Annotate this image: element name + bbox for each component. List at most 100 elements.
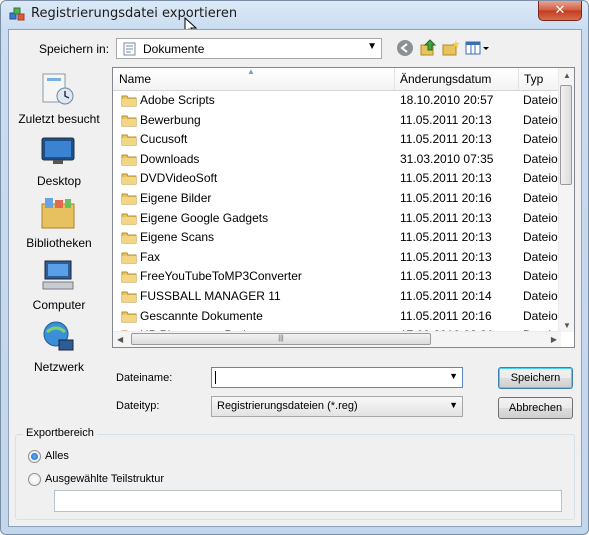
cell-name: FUSSBALL MANAGER 11 [140,289,281,303]
libraries-icon [41,198,75,229]
table-row[interactable]: Eigene Bilder 11.05.2011 20:16 Dateio [113,189,561,209]
cell-date: 11.05.2011 20:13 [400,230,492,245]
recent-places-icon [42,73,74,105]
file-list-header: ▲ Name Änderungsdatum Typ [113,68,561,91]
regedit-icon [9,7,25,21]
table-row[interactable]: FreeYouTubeToMP3Converter 11.05.2011 20:1… [113,267,561,287]
cell-date: 31.03.2010 07:35 [400,151,494,166]
save-button[interactable]: Speichern [498,367,573,389]
cell-type: Dateio [523,171,558,186]
save-in-value: Dokumente [143,42,205,56]
cell-name: Fax [140,249,161,264]
folder-icon [121,252,137,264]
cell-type: Dateio [523,269,558,284]
scroll-right-icon[interactable]: ▶ [551,335,557,344]
chevron-down-icon[interactable]: ▼ [449,371,458,381]
cell-name: Downloads [140,151,200,166]
cell-date: 18.10.2010 20:57 [400,93,494,107]
cell-type: Dateio [523,93,558,107]
radio-all[interactable] [28,450,41,463]
cell-date: 11.05.2011 20:13 [400,210,492,225]
cell-name: Bewerbung [140,112,201,127]
folder-icon [121,232,137,244]
cell-type: Dateio [523,249,558,264]
folder-icon [121,271,137,283]
cell-type: Dateio [523,210,558,225]
cell-date: 11.05.2011 20:16 [400,308,492,323]
network-icon [43,321,74,351]
radio-all-label[interactable]: Alles [45,450,69,462]
place-label: Bibliotheken [26,236,92,250]
cell-name: Cucusoft [140,132,188,147]
cell-date: 11.05.2011 20:14 [400,289,492,303]
cell-date: 11.05.2011 20:13 [400,112,492,127]
save-in-dropdown[interactable]: Dokumente ▼ [116,38,382,59]
sort-ascending-icon: ▲ [247,67,255,76]
scroll-down-icon[interactable]: ▼ [563,321,571,330]
vertical-scrollbar[interactable]: ▲ ▼ [558,68,574,332]
cell-type: Dateio [523,289,558,303]
up-folder-icon[interactable] [419,39,437,57]
scroll-left-icon[interactable]: ◀ [117,335,123,344]
cell-type: Dateio [523,308,558,323]
column-header-name[interactable]: Name [119,72,151,86]
folder-icon [121,115,137,127]
desktop-icon [41,137,75,164]
back-arrow-icon[interactable] [396,39,414,57]
cell-name: Adobe Scripts [140,93,215,107]
filetype-label: Dateityp: [116,400,160,412]
table-row[interactable]: Bewerbung 11.05.2011 20:13 Dateio [113,111,561,131]
dialog-client-area: Speichern in: Dokumente ▼ Zuletzt besuch… [8,29,582,527]
folder-icon [121,95,137,107]
table-row[interactable]: Gescannte Dokumente 11.05.2011 20:16 Datei… [113,307,561,327]
cell-type: Dateio [523,132,558,147]
place-label: Desktop [36,174,82,188]
close-button[interactable]: ✕ [538,1,582,21]
place-label: Computer [32,298,86,312]
filetype-dropdown[interactable]: Registrierungsdateien (*.reg) ▼ [211,396,463,417]
table-row[interactable]: Eigene Google Gadgets 11.05.2011 20:13 Dat… [113,209,561,229]
file-list[interactable]: ▲ Name Änderungsdatum Typ Adobe Scripts 1… [112,67,575,348]
filename-input[interactable]: ▼ [211,367,463,388]
column-header-date[interactable]: Änderungsdatum [400,72,491,86]
computer-icon [42,260,74,290]
export-range-title: Exportbereich [23,427,97,439]
cell-type: Dateio [523,230,558,245]
table-row[interactable]: Adobe Scripts 18.10.2010 20:57 Dateio [113,91,561,111]
cancel-button[interactable]: Abbrechen [498,397,573,419]
column-header-type[interactable]: Typ [524,72,543,86]
radio-subtree-label[interactable]: Ausgewählte Teilstruktur [45,473,164,485]
folder-icon [121,193,137,205]
folder-icon [121,173,137,185]
filename-label: Dateiname: [116,372,173,384]
cell-date: 11.05.2011 20:13 [400,171,492,186]
radio-subtree[interactable] [28,473,41,486]
table-row[interactable]: Downloads 31.03.2010 07:35 Dateio [113,150,561,170]
cell-date: 11.05.2011 20:13 [400,269,492,284]
folder-icon [121,134,137,146]
cell-name: Eigene Google Gadgets [140,210,269,225]
folder-icon [121,154,137,166]
scroll-up-icon[interactable]: ▲ [563,71,571,80]
view-menu-icon[interactable] [465,39,491,57]
place-label: Zuletzt besucht [18,112,100,126]
table-row[interactable]: Cucusoft 11.05.2011 20:13 Dateio [113,130,561,150]
table-row[interactable]: Eigene Scans 11.05.2011 20:13 Dateio [113,228,561,248]
window-title: Registrierungsdatei exportieren [31,6,238,21]
horizontal-scroll-thumb[interactable]: ||| [131,333,431,345]
horizontal-scrollbar[interactable]: ◀ ||| ▶ [113,331,561,347]
documents-folder-icon [123,42,136,56]
folder-icon [121,213,137,225]
table-row[interactable]: FUSSBALL MANAGER 11 11.05.2011 20:14 Datei… [113,287,561,307]
subtree-path-input[interactable] [54,490,562,512]
new-folder-icon[interactable] [442,39,460,57]
vertical-scroll-thumb[interactable] [560,85,572,185]
table-row[interactable]: DVDVideoSoft 11.05.2011 20:13 Dateio [113,169,561,189]
folder-icon [121,291,137,303]
chevron-down-icon: ▼ [367,41,377,52]
title-bar[interactable]: Registrierungsdatei exportieren ✕ [1,1,588,29]
table-row[interactable]: Fax 11.05.2011 20:13 Dateio [113,248,561,268]
cell-name: Gescannte Dokumente [140,308,263,323]
save-in-label: Speichern in: [39,42,110,56]
place-label: Netzwerk [33,360,84,374]
